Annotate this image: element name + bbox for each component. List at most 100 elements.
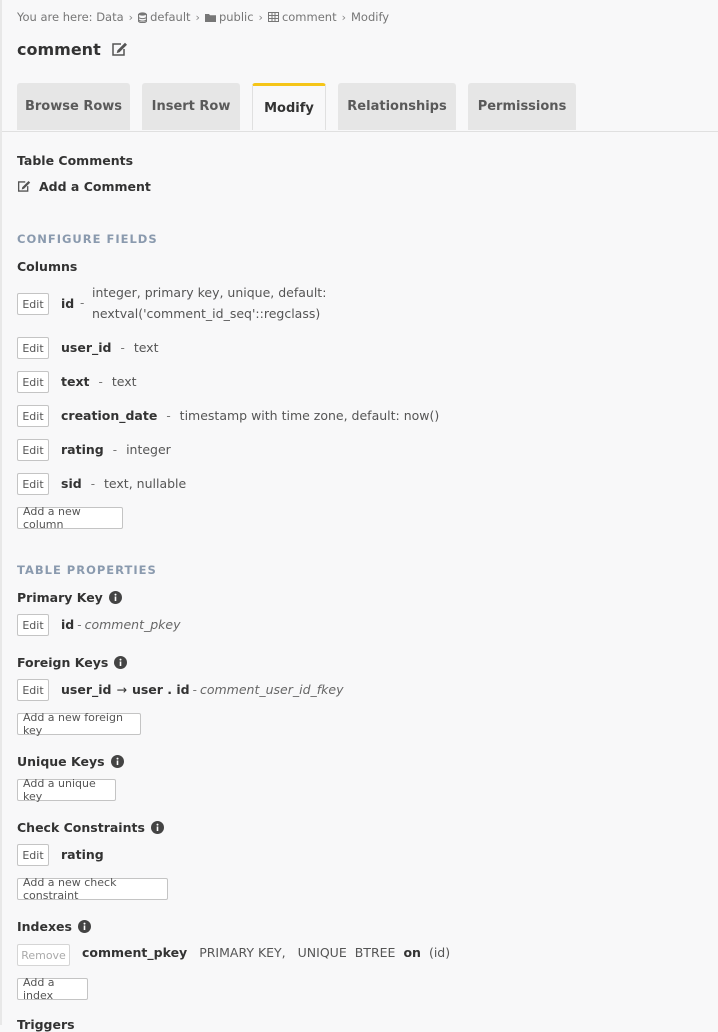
configure-fields-heading: CONFIGURE FIELDS (17, 232, 158, 246)
check-constraints-heading-text: Check Constraints (17, 820, 145, 835)
column-type: text, nullable (104, 476, 187, 491)
breadcrumb-prefix: You are here: (17, 10, 93, 24)
database-icon (138, 11, 148, 23)
add-comment-link[interactable]: Add a Comment (17, 179, 151, 194)
breadcrumb-public-label: public (218, 10, 254, 24)
add-check-constraint-button[interactable]: Add a new check constraint (17, 876, 168, 902)
info-icon[interactable] (108, 591, 122, 604)
add-column-button[interactable]: Add a new column (17, 505, 123, 531)
separator: - (77, 617, 82, 632)
arrow-right-icon: → (116, 682, 127, 697)
column-name: user_id (61, 340, 112, 355)
breadcrumb-modify: Modify (351, 10, 390, 24)
primary-key-heading-text: Primary Key (17, 590, 103, 605)
column-type: integer, primary key, unique, default: (92, 285, 327, 300)
separator: - (80, 296, 85, 310)
column-type: text (133, 340, 159, 355)
column-row-rating: rating - integer (61, 442, 171, 457)
page-title-text: comment (17, 40, 101, 59)
check-constraint-name: rating (61, 847, 104, 862)
breadcrumb-data[interactable]: Data (96, 10, 123, 24)
edit-column-creation-date-button[interactable]: Edit (17, 405, 49, 427)
tab-permissions[interactable]: Permissions (468, 83, 576, 130)
separator: - (112, 442, 118, 457)
info-icon[interactable] (110, 755, 124, 768)
column-name: creation_date (61, 408, 158, 423)
column-type-cont: nextval('comment_id_seq'::regclass) (92, 306, 321, 321)
columns-heading: Columns (17, 259, 78, 274)
primary-key-column: id (61, 617, 75, 632)
breadcrumb: You are here: Data › default › public › … (17, 10, 389, 24)
column-row-user-id: user_id - text (61, 340, 158, 355)
edit-column-user-id-button[interactable]: Edit (17, 337, 49, 359)
column-type: text (111, 374, 137, 389)
tab-relationships[interactable]: Relationships (338, 83, 456, 130)
primary-key-row: id - comment_pkey (61, 617, 180, 632)
remove-index-button[interactable]: Remove (17, 944, 70, 966)
add-unique-key-button[interactable]: Add a unique key (17, 777, 116, 803)
separator: - (98, 374, 103, 389)
tab-divider (2, 131, 718, 132)
column-type: integer (126, 442, 171, 457)
index-type-unique: UNIQUE (297, 945, 347, 960)
add-comment-label: Add a Comment (39, 179, 151, 194)
foreign-key-constraint: comment_user_id_fkey (199, 682, 344, 697)
separator: - (90, 476, 96, 491)
breadcrumb-public[interactable]: public (204, 10, 254, 24)
separator: - (120, 340, 125, 355)
index-type-primary: PRIMARY KEY, (199, 945, 286, 960)
edit-column-id-button[interactable]: Edit (17, 293, 49, 315)
edit-foreign-key-button[interactable]: Edit (17, 679, 49, 701)
index-method: BTREE (354, 945, 396, 960)
tab-browse-rows[interactable]: Browse Rows (17, 83, 130, 130)
table-icon (267, 12, 279, 22)
breadcrumb-comment[interactable]: comment (267, 10, 337, 24)
unique-keys-heading: Unique Keys (17, 754, 124, 769)
edit-column-sid-button[interactable]: Edit (17, 473, 49, 495)
chevron-right-icon: › (128, 10, 134, 24)
info-icon[interactable] (150, 821, 164, 834)
chevron-right-icon: › (258, 10, 263, 24)
breadcrumb-default-label: default (150, 10, 191, 24)
index-on-label: on (403, 945, 421, 960)
indexes-heading: Indexes (17, 919, 91, 934)
foreign-key-row: user_id → user . id - comment_user_id_fk… (61, 682, 344, 697)
index-row: comment_pkey PRIMARY KEY, UNIQUE BTREE o… (82, 945, 450, 960)
page-title: comment (17, 40, 128, 59)
edit-icon[interactable] (111, 42, 128, 57)
table-properties-heading: TABLE PROPERTIES (17, 563, 157, 577)
breadcrumb-comment-label: comment (281, 10, 337, 24)
breadcrumb-default[interactable]: default (138, 10, 191, 24)
column-row-creation-date: creation_date - timestamp with time zone… (61, 408, 439, 423)
tab-modify[interactable]: Modify (252, 83, 326, 130)
column-row-sid: sid - text, nullable (61, 476, 186, 491)
column-row-text: text - text (61, 374, 137, 389)
index-name: comment_pkey (82, 945, 188, 960)
info-icon[interactable] (77, 920, 91, 933)
left-border (0, 0, 2, 1025)
unique-keys-heading-text: Unique Keys (17, 754, 105, 769)
tab-insert-row[interactable]: Insert Row (142, 83, 240, 130)
column-name: rating (61, 442, 104, 457)
separator: - (192, 682, 197, 697)
column-name: text (61, 374, 90, 389)
info-icon[interactable] (114, 656, 128, 669)
foreign-key-to: user . id (131, 682, 190, 697)
edit-column-text-button[interactable]: Edit (17, 371, 49, 393)
chevron-right-icon: › (341, 10, 346, 24)
check-constraints-heading: Check Constraints (17, 820, 164, 835)
edit-icon (17, 180, 31, 192)
indexes-heading-text: Indexes (17, 919, 72, 934)
add-index-button[interactable]: Add a index (17, 976, 88, 1002)
edit-check-constraint-button[interactable]: Edit (17, 844, 49, 866)
primary-key-heading: Primary Key (17, 590, 122, 605)
table-comments-heading: Table Comments (17, 153, 134, 168)
column-name: id (61, 296, 75, 311)
foreign-keys-heading-text: Foreign Keys (17, 655, 109, 670)
add-foreign-key-button[interactable]: Add a new foreign key (17, 711, 141, 737)
folder-icon (204, 13, 216, 22)
chevron-right-icon: › (195, 10, 200, 24)
foreign-key-from: user_id (61, 682, 112, 697)
edit-primary-key-button[interactable]: Edit (17, 614, 49, 636)
edit-column-rating-button[interactable]: Edit (17, 439, 49, 461)
